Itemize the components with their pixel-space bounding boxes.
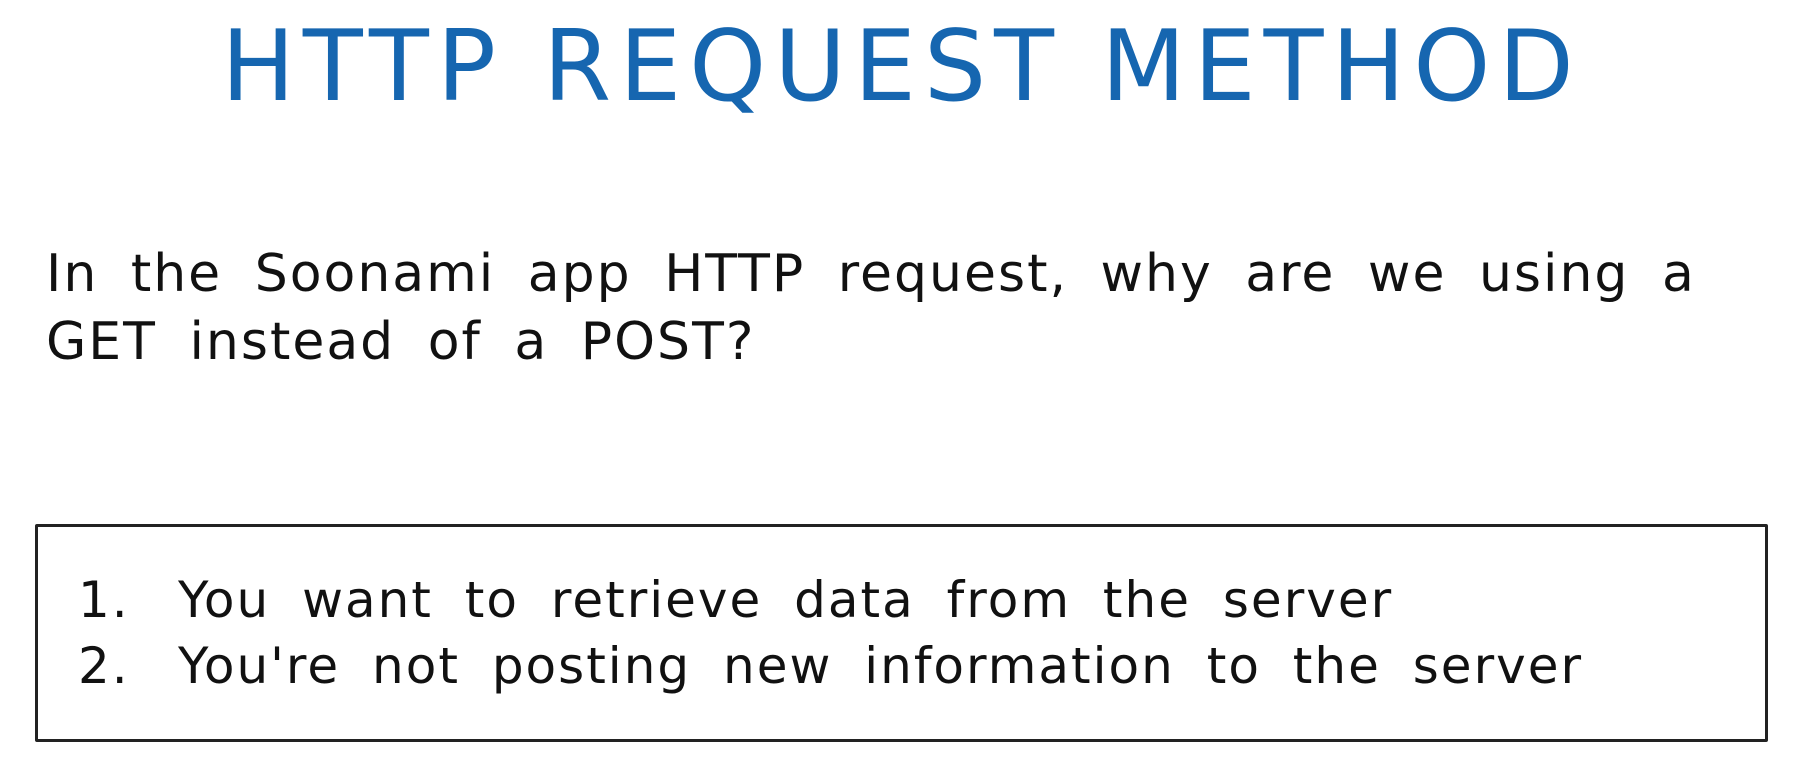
list-item-text: You want to retrieve data from the serve… bbox=[178, 571, 1394, 629]
page-title: HTTP REQUEST METHOD bbox=[221, 10, 1582, 124]
list-item: 2. You're not posting new information to… bbox=[78, 633, 1583, 699]
answer-box: 1. You want to retrieve data from the se… bbox=[35, 524, 1768, 742]
answer-list: 1. You want to retrieve data from the se… bbox=[78, 567, 1583, 699]
list-item: 1. You want to retrieve data from the se… bbox=[78, 567, 1583, 633]
list-item-number: 1. bbox=[78, 571, 130, 629]
question-text: In the Soonami app HTTP request, why are… bbox=[46, 244, 1696, 372]
list-item-number: 2. bbox=[78, 637, 130, 695]
list-item-text: You're not posting new information to th… bbox=[178, 637, 1584, 695]
